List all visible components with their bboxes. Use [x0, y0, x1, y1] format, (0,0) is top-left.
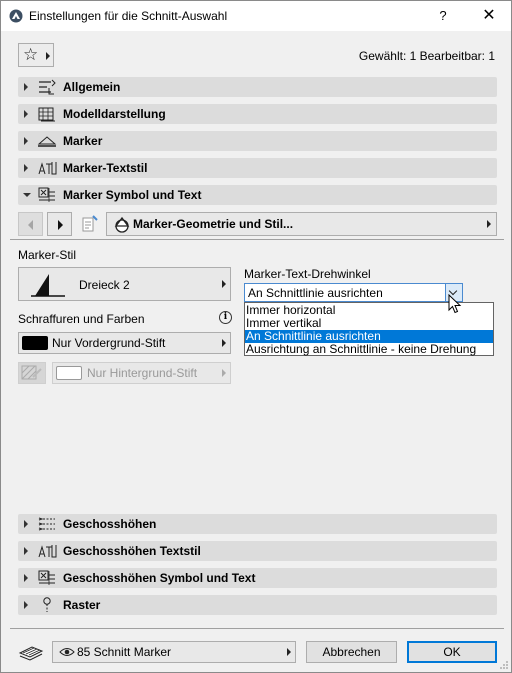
rotation-select-value: An Schnittlinie ausrichten	[248, 286, 383, 300]
ok-button[interactable]: OK	[407, 641, 497, 663]
help-button[interactable]: ?	[431, 5, 455, 27]
previous-page-button[interactable]	[18, 212, 43, 236]
subpanel-nav: Marker-Geometrie und Stil...	[18, 212, 497, 236]
next-page-button[interactable]	[47, 212, 72, 236]
expand-arrow-icon	[24, 110, 28, 118]
subpanel-label: Marker-Geometrie und Stil...	[133, 217, 294, 231]
rotation-label: Marker-Text-Drehwinkel	[244, 267, 371, 281]
panel-label: Modelldarstellung	[63, 107, 166, 121]
panel-label: Geschosshöhen Textstil	[63, 544, 201, 558]
panel-label: Raster	[63, 598, 101, 612]
chevron-right-icon	[222, 339, 226, 347]
fill-type-toggle[interactable]	[18, 362, 46, 384]
settings-dialog: Einstellungen für die Schnitt-Auswahl ? …	[0, 0, 512, 673]
expand-arrow-icon	[24, 601, 28, 609]
app-icon	[9, 9, 23, 23]
panel-geschosshoehen[interactable]: Geschosshöhen	[18, 514, 497, 534]
expand-arrow-icon	[24, 547, 28, 555]
triangle-marker-icon	[31, 274, 65, 297]
panel-label: Geschosshöhen	[63, 517, 157, 531]
marker-icon	[37, 136, 57, 147]
marker-style-label: Marker-Stil	[18, 248, 77, 262]
panel-marker-symbol-text[interactable]: Marker Symbol und Text	[18, 185, 497, 205]
hatching-label: Schraffuren und Farben	[18, 312, 145, 326]
divider	[10, 239, 504, 240]
eye-icon	[59, 648, 75, 656]
background-color-swatch	[56, 366, 82, 380]
marker-style-value: Dreieck 2	[79, 278, 130, 292]
title-bar: Einstellungen für die Schnitt-Auswahl ? …	[1, 1, 511, 31]
chevron-right-icon	[487, 220, 491, 228]
chevron-right-icon	[222, 369, 226, 377]
expand-arrow-icon	[24, 164, 28, 172]
expand-arrow-icon	[24, 137, 28, 145]
panel-raster[interactable]: Raster	[18, 595, 497, 615]
chevron-right-icon	[287, 648, 291, 656]
marker-geometry-icon	[114, 216, 130, 233]
panel-label: Marker Symbol und Text	[63, 188, 202, 202]
panel-allgemein[interactable]: Allgemein	[18, 77, 497, 97]
selection-info: Gewählt: 1 Bearbeitbar: 1	[358, 49, 495, 63]
symbol-text-icon	[38, 570, 55, 585]
dropdown-option[interactable]: Ausrichtung an Schnittlinie - keine Dreh…	[245, 343, 493, 356]
divider	[10, 628, 504, 629]
chevron-right-icon	[46, 52, 50, 60]
collapse-arrow-icon	[23, 193, 31, 197]
resize-grip-icon[interactable]	[499, 660, 509, 670]
panel-label: Marker-Textstil	[63, 161, 148, 175]
layer-selector[interactable]: 85 Schnitt Marker	[52, 641, 296, 663]
close-button[interactable]: ✕	[475, 5, 503, 27]
mouse-cursor-icon	[448, 294, 462, 314]
background-pen-button[interactable]: Nur Hintergrund-Stift	[52, 362, 231, 384]
panel-geschosshoehen-textstil[interactable]: Geschosshöhen Textstil	[18, 541, 497, 561]
panel-label: Geschosshöhen Symbol und Text	[63, 571, 256, 585]
grid-icon	[43, 597, 51, 612]
fill-pattern-icon	[21, 365, 42, 380]
star-icon: ☆	[23, 45, 39, 64]
expand-arrow-icon	[24, 83, 28, 91]
text-style-icon	[38, 162, 57, 175]
foreground-pen-button[interactable]: Nur Vordergrund-Stift	[18, 332, 231, 354]
layer-label: 85 Schnitt Marker	[77, 645, 172, 659]
cancel-button[interactable]: Abbrechen	[306, 641, 397, 663]
panel-modelldarstellung[interactable]: Modelldarstellung	[18, 104, 497, 124]
panel-label: Allgemein	[63, 80, 121, 94]
chevron-right-icon	[222, 280, 226, 288]
layers-icon	[18, 646, 44, 661]
panel-geschosshoehen-symbol-text[interactable]: Geschosshöhen Symbol und Text	[18, 568, 497, 588]
foreground-color-swatch	[22, 336, 48, 350]
window-title: Einstellungen für die Schnitt-Auswahl	[29, 9, 228, 23]
story-levels-icon	[38, 517, 55, 531]
favorites-button[interactable]: ☆	[18, 43, 54, 67]
expand-arrow-icon	[24, 574, 28, 582]
info-icon[interactable]: i	[219, 311, 232, 324]
text-style-icon	[38, 545, 57, 558]
expand-arrow-icon	[24, 520, 28, 528]
model-display-icon	[38, 107, 55, 122]
foreground-pen-label: Nur Vordergrund-Stift	[52, 336, 166, 350]
panel-marker-textstil[interactable]: Marker-Textstil	[18, 158, 497, 178]
panel-marker[interactable]: Marker	[18, 131, 497, 151]
document-icon[interactable]	[77, 212, 103, 236]
background-pen-label: Nur Hintergrund-Stift	[87, 366, 198, 380]
general-settings-icon	[39, 79, 56, 95]
symbol-text-icon	[38, 187, 55, 202]
panel-label: Marker	[63, 134, 103, 148]
marker-style-button[interactable]: Dreieck 2	[18, 267, 231, 301]
rotation-select[interactable]: An Schnittlinie ausrichten	[244, 283, 463, 302]
subpanel-selector[interactable]: Marker-Geometrie und Stil...	[106, 212, 497, 236]
